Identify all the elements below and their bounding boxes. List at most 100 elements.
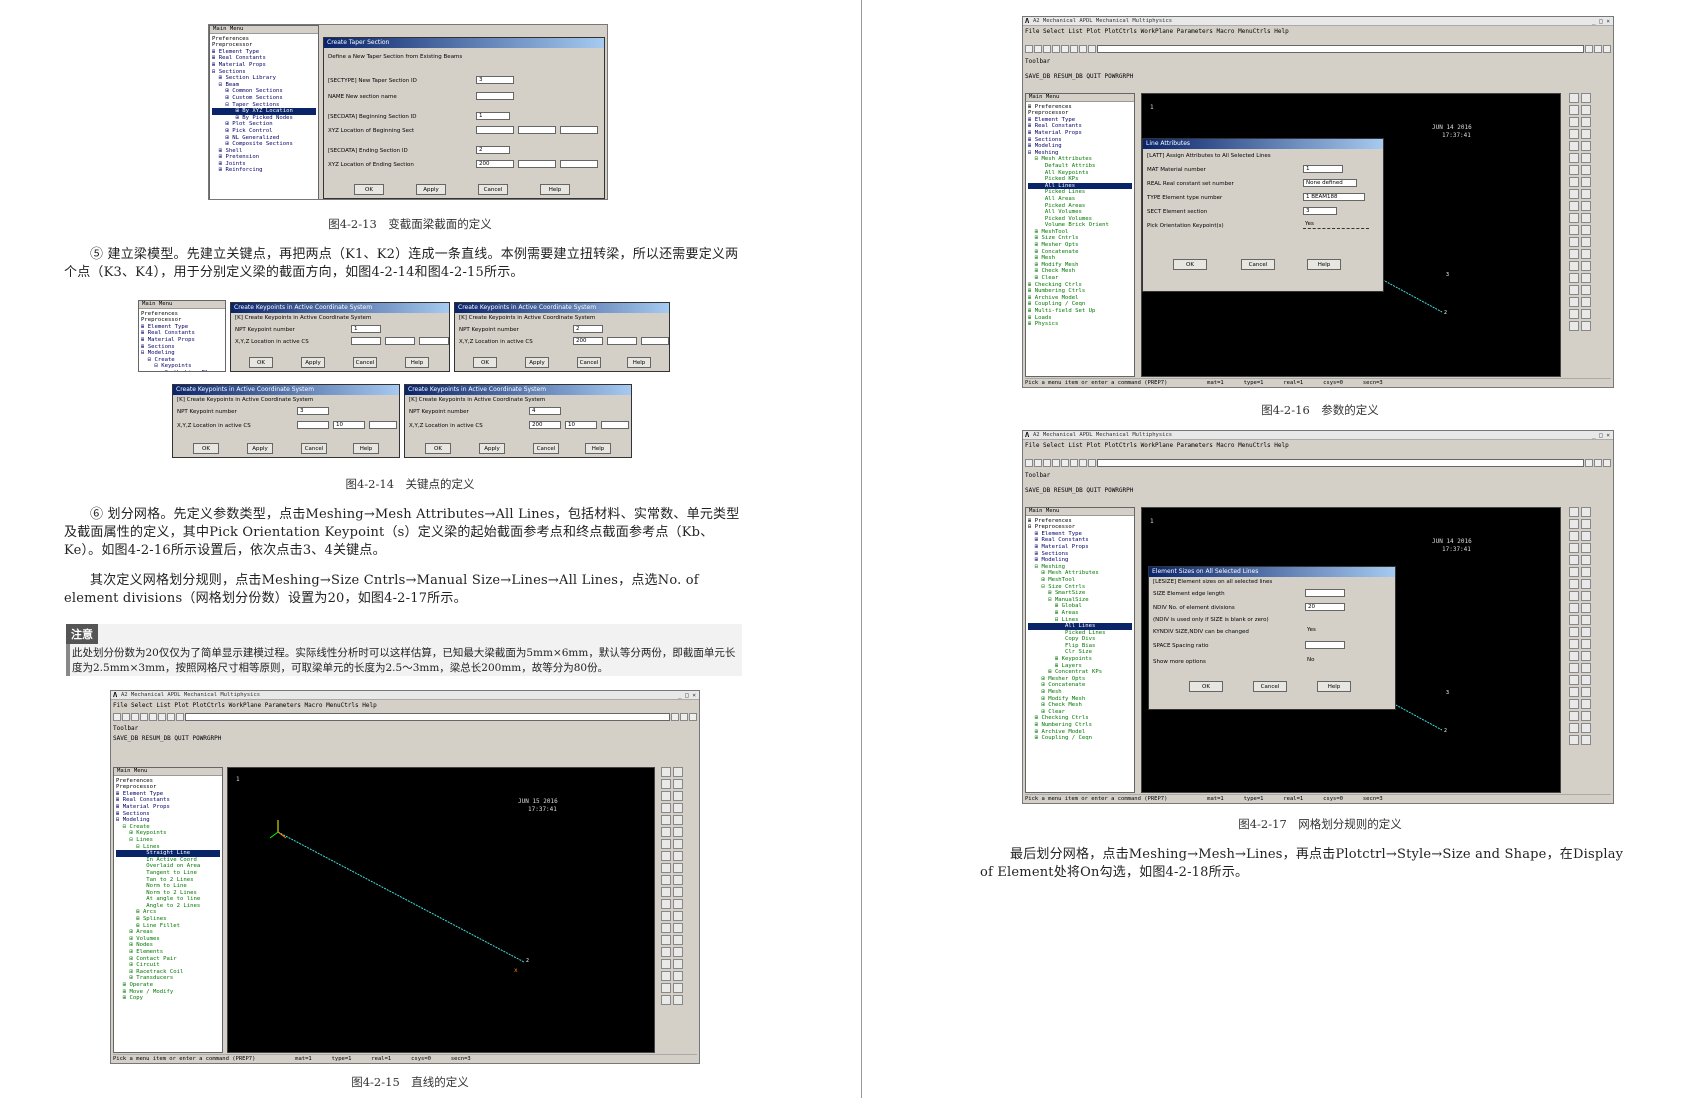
tree-item[interactable]: Preprocessor [141, 317, 223, 324]
tree-item[interactable]: ⊞ Custom Sections [212, 95, 316, 102]
tree-item[interactable]: ⊞ Mesher Opts [1028, 676, 1132, 683]
contact-icon[interactable] [680, 713, 688, 721]
tree-item[interactable]: ⊞ Element Type [212, 49, 316, 56]
tree-item[interactable]: ⊞ Element Type [1028, 531, 1132, 538]
save-icon[interactable] [1043, 45, 1051, 53]
save-icon[interactable] [1043, 459, 1051, 467]
help-icon[interactable] [167, 713, 175, 721]
tree-item[interactable]: ⊞ Sections [141, 344, 223, 351]
tree-item[interactable]: ⊞ Contact Pair [116, 956, 220, 963]
cancel-button[interactable]: Cancel [353, 357, 377, 368]
tree-item[interactable]: ⊞ Physics [1028, 321, 1132, 328]
ok-button[interactable]: OK [1189, 681, 1223, 692]
right-view-toolbar[interactable] [661, 767, 683, 1005]
tree-item[interactable]: Preferences [212, 36, 316, 43]
graphics-window[interactable]: 1 JUN 14 2016 17:37:41 3 2 Line Attribut… [1141, 93, 1561, 377]
help-button[interactable]: Help [540, 184, 570, 195]
contact-icon[interactable] [1594, 45, 1602, 53]
tree-item[interactable]: ⊟ Lines [116, 837, 220, 844]
tree-item[interactable]: ⊞ Coupling / Ceqn [1028, 301, 1132, 308]
tree-item[interactable]: ⊞ Checking Ctrls [1028, 715, 1132, 722]
graphics-window[interactable]: 1 JUN 14 2016 17:37:41 3 2 Element Sizes… [1141, 507, 1561, 793]
tree-item[interactable]: ⊞ By Picked Nodes [212, 115, 316, 122]
cancel-button[interactable]: Cancel [1253, 681, 1287, 692]
tree-item[interactable]: ⊟ Lines [1028, 617, 1132, 624]
select-mat[interactable]: 1 [1303, 165, 1343, 173]
tree-item[interactable]: ⊞ Shell [212, 148, 316, 155]
graphics-window[interactable]: 1 JUN 15 2016 17:37:41 2 x [227, 767, 655, 1053]
tree-item[interactable]: ⊞ Pick Control [212, 128, 316, 135]
tree-item[interactable]: ⊞ Copy [116, 995, 220, 1002]
window-controls[interactable]: _ □ × [1592, 431, 1610, 440]
select-type[interactable]: 1 BEAM188 [1303, 193, 1365, 201]
tree-item[interactable]: ⊞ Sections [1028, 551, 1132, 558]
tree-item[interactable]: ⊞ Archive Model [1028, 295, 1132, 302]
tree-item[interactable]: ⊞ Material Props [1028, 130, 1132, 137]
tree-item[interactable]: ⊞ Section Library [212, 75, 316, 82]
input-npt[interactable]: 3 [297, 407, 329, 415]
tree-item[interactable]: Flip Bias [1028, 643, 1132, 650]
tree-item[interactable]: ⊞ Composite Sections [212, 141, 316, 148]
ok-button[interactable]: OK [1173, 259, 1207, 270]
tree-item[interactable]: ⊞ Mesh [1028, 255, 1132, 262]
input-space[interactable] [1305, 641, 1345, 649]
input-y[interactable]: 10 [333, 421, 365, 429]
command-input[interactable] [185, 713, 670, 721]
tree-item[interactable]: Tan to 2 Lines [116, 877, 220, 884]
tree-item[interactable]: Preprocessor [116, 784, 220, 791]
tree-item[interactable]: ⊞ Pretension [212, 154, 316, 161]
tree-item[interactable]: ⊞ By XYZ Location [212, 108, 316, 115]
input-x[interactable] [351, 337, 381, 345]
input-y[interactable]: 10 [565, 421, 597, 429]
tree-item[interactable]: ⊟ Create [141, 357, 223, 364]
tree-item[interactable]: ⊟ Modeling [141, 350, 223, 357]
tree-item[interactable]: ⊟ Taper Sections [212, 102, 316, 109]
open-icon[interactable] [122, 713, 130, 721]
tree-item[interactable]: ⊞ Real Constants [1028, 123, 1132, 130]
tree-item[interactable]: ⊞ Check Mesh [1028, 268, 1132, 275]
tree-item[interactable]: ⊞ Modify Mesh [1028, 262, 1132, 269]
input-begin-y[interactable] [518, 126, 556, 134]
save-icon[interactable] [131, 713, 139, 721]
cancel-button[interactable]: Cancel [577, 357, 601, 368]
tree-item[interactable]: Straight Line [116, 850, 220, 857]
tree-item[interactable]: ⊞ Material Props [116, 804, 220, 811]
tree-item[interactable]: Picked Lines [1028, 189, 1132, 196]
open-icon[interactable] [1034, 45, 1042, 53]
tree-item[interactable]: ⊞ Areas [116, 929, 220, 936]
input-z[interactable] [369, 421, 397, 429]
tree-item[interactable]: ⊞ Sections [116, 811, 220, 818]
tree-item[interactable]: ⊞ Loads [1028, 315, 1132, 322]
select-sect[interactable]: 3 [1303, 207, 1337, 215]
new-icon[interactable] [1025, 45, 1033, 53]
input-z[interactable] [641, 337, 669, 345]
input-z[interactable] [601, 421, 629, 429]
tree-item[interactable]: ⊞ SmartSize [1028, 590, 1132, 597]
print-icon[interactable] [1061, 459, 1069, 467]
tree-item[interactable]: ⊟ Modeling [116, 817, 220, 824]
command-icon[interactable] [1088, 45, 1096, 53]
input-x[interactable]: 200 [529, 421, 561, 429]
user-icon[interactable] [1603, 459, 1611, 467]
tree-item[interactable]: Default Attribs [1028, 163, 1132, 170]
tree-item[interactable]: In Active Coord [116, 857, 220, 864]
raise-icon[interactable] [671, 713, 679, 721]
menu-bar[interactable]: File Select List Plot PlotCtrls WorkPlan… [1025, 441, 1611, 450]
tree-item[interactable]: ⊞ Preferences [1028, 104, 1132, 111]
help-icon[interactable] [1079, 45, 1087, 53]
help-button[interactable]: Help [405, 357, 429, 368]
tree-item[interactable]: Preferences [141, 311, 223, 318]
print-icon[interactable] [1061, 45, 1069, 53]
tree-item[interactable]: ⊞ Real Constants [116, 797, 220, 804]
tree-item[interactable]: ⊞ Nodes [116, 942, 220, 949]
input-end-z[interactable] [560, 160, 598, 168]
toolbar-buttons[interactable]: SAVE_DB RESUM_DB QUIT POWRGRPH [1025, 72, 1611, 81]
menu-bar[interactable]: File Select List Plot PlotCtrls WorkPlan… [113, 701, 697, 710]
tree-item[interactable]: ⊞ Elements [116, 949, 220, 956]
tree-item[interactable]: Preprocessor [1028, 110, 1132, 117]
select-real[interactable]: None defined [1303, 179, 1357, 187]
report-icon[interactable] [1070, 45, 1078, 53]
apply-button[interactable]: Apply [525, 357, 549, 368]
input-z[interactable] [419, 337, 449, 345]
tree-item[interactable]: ⊞ Clear [1028, 709, 1132, 716]
